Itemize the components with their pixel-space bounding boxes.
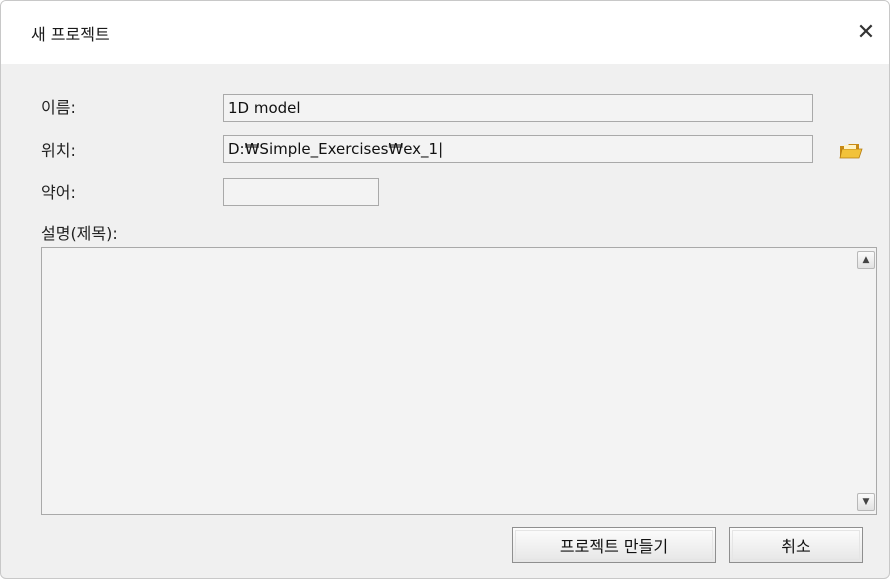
description-label: 설명(제목):: [41, 224, 118, 243]
close-button[interactable]: ✕: [843, 1, 889, 64]
abbreviation-field[interactable]: [223, 178, 379, 206]
description-textarea[interactable]: ▲ ▼: [41, 247, 877, 515]
name-label: 이름:: [41, 98, 76, 117]
scroll-up-button[interactable]: ▲: [857, 251, 875, 269]
scroll-down-button[interactable]: ▼: [857, 493, 875, 511]
close-icon: ✕: [856, 20, 876, 45]
create-project-button[interactable]: 프로젝트 만들기: [512, 527, 716, 563]
title-bar: 새 프로젝트 ✕: [1, 1, 889, 64]
cancel-label: 취소: [781, 537, 811, 556]
scroll-up-arrow-icon: ▲: [862, 255, 870, 265]
cancel-button[interactable]: 취소: [729, 527, 863, 563]
folder-icon[interactable]: [839, 142, 863, 160]
name-field[interactable]: [223, 94, 813, 122]
new-project-dialog: 새 프로젝트 ✕ 이름: 위치: 약어: 설명(제목): ▲ ▼ 프로젝트 만들…: [0, 0, 890, 579]
scroll-down-arrow-icon: ▼: [862, 497, 870, 507]
vertical-scrollbar[interactable]: ▲ ▼: [857, 249, 875, 513]
location-label: 위치:: [41, 141, 76, 160]
abbreviation-label: 약어:: [41, 183, 76, 202]
create-project-label: 프로젝트 만들기: [559, 537, 669, 556]
dialog-title: 새 프로젝트: [31, 25, 110, 44]
location-field[interactable]: [223, 135, 813, 163]
